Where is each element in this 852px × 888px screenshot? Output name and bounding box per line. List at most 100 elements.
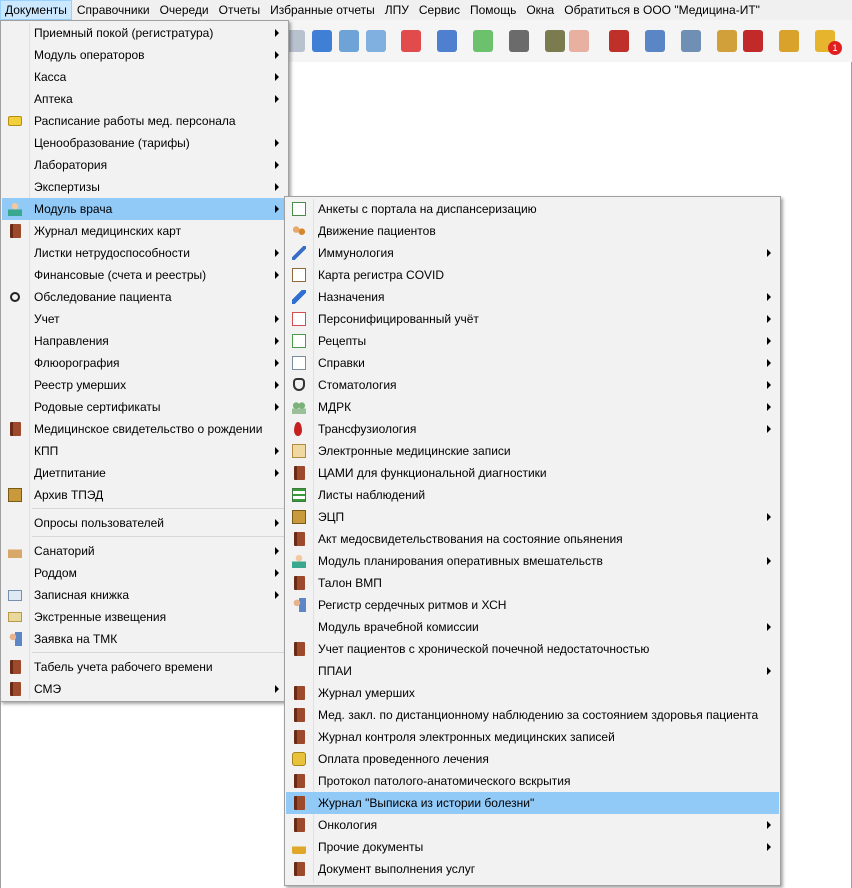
doctor-submenu-item-14[interactable]: ЭЦП [286, 506, 779, 528]
documents-menu-item-6[interactable]: Лаборатория [2, 154, 287, 176]
documents-menu-item-label: Листки нетрудоспособности [34, 246, 190, 260]
documents-menu-item-21[interactable]: Архив ТПЭД [2, 484, 287, 506]
toolbar-registry-button[interactable] [434, 27, 460, 55]
chevron-right-icon [275, 315, 279, 323]
blood-test-icon [366, 30, 386, 52]
doctor-submenu-item-1[interactable]: Движение пациентов [286, 220, 779, 242]
doctor-submenu-item-13[interactable]: Листы наблюдений [286, 484, 779, 506]
documents-menu-item-15[interactable]: Флюорография [2, 352, 287, 374]
toolbar-calendar-button[interactable] [309, 27, 335, 55]
doctor-submenu-item-3[interactable]: Карта регистра COVID [286, 264, 779, 286]
documents-menu-item-12[interactable]: Обследование пациента [2, 286, 287, 308]
documents-menu-item-label: Табель учета рабочего времени [34, 660, 213, 674]
doctor-submenu-item-20[interactable]: Учет пациентов с хронической почечной не… [286, 638, 779, 660]
doctor-submenu-item-18[interactable]: Регистр сердечных ритмов и ХСН [286, 594, 779, 616]
doctor-submenu-item-0[interactable]: Анкеты с портала на диспансеризацию [286, 198, 779, 220]
documents-menu-item-5[interactable]: Ценообразование (тарифы) [2, 132, 287, 154]
doctor-submenu-item-5[interactable]: Персонифицированный учёт [286, 308, 779, 330]
doctor-submenu-item-label: Рецепты [318, 334, 367, 348]
book-icon [294, 708, 305, 722]
doctor-submenu-item-23[interactable]: Мед. закл. по дистанционному наблюдению … [286, 704, 779, 726]
doctor-submenu-item-4[interactable]: Назначения [286, 286, 779, 308]
menubar-item-0[interactable]: Документы [0, 0, 72, 20]
menubar-item-9[interactable]: Обратиться в ООО "Медицина-ИТ" [559, 0, 765, 20]
toolbar-schedule-button[interactable] [642, 27, 668, 55]
documents-menu-item-18[interactable]: Медицинское свидетельство о рождении [2, 418, 287, 440]
doctor-submenu-item-27[interactable]: Журнал "Выписка из истории болезни" [286, 792, 779, 814]
documents-menu-item-23[interactable]: Опросы пользователей [2, 512, 287, 534]
doctor-submenu-item-19[interactable]: Модуль врачебной комиссии [286, 616, 779, 638]
documents-menu-item-17[interactable]: Родовые сертификаты [2, 396, 287, 418]
documents-menu-item-2[interactable]: Касса [2, 66, 287, 88]
toolbar-lock-button[interactable] [776, 27, 802, 55]
toolbar-messages-button[interactable]: 1 [812, 27, 842, 55]
doctor-submenu-item-30[interactable]: Документ выполнения услуг [286, 858, 779, 880]
toolbar-barcode-button[interactable] [506, 27, 532, 55]
menubar-item-8[interactable]: Окна [521, 0, 559, 20]
menubar-item-2[interactable]: Очереди [155, 0, 214, 20]
documents-menu-item-1[interactable]: Модуль операторов [2, 44, 287, 66]
documents-menu-item-26[interactable]: Роддом [2, 562, 287, 584]
doctor-submenu-item-label: Учет пациентов с хронической почечной не… [318, 642, 650, 656]
doctor-submenu-item-9[interactable]: МДРК [286, 396, 779, 418]
tooth-icon [293, 378, 305, 391]
doctor-submenu-item-21[interactable]: ППАИ [286, 660, 779, 682]
doctor-submenu-item-10[interactable]: Трансфузиология [286, 418, 779, 440]
doctor-submenu-item-15[interactable]: Акт медосвидетельствования на состояние … [286, 528, 779, 550]
doctor-submenu-item-22[interactable]: Журнал умерших [286, 682, 779, 704]
menubar-item-6[interactable]: Сервис [414, 0, 465, 20]
documents-menu-item-14[interactable]: Направления [2, 330, 287, 352]
documents-menu-item-28[interactable]: Экстренные извещения [2, 606, 287, 628]
toolbar-journal-button[interactable] [678, 27, 704, 55]
toolbar-pdf-button[interactable] [740, 27, 766, 55]
menubar-item-3[interactable]: Отчеты [214, 0, 265, 20]
doctor-submenu-item-26[interactable]: Протокол патолого-анатомического вскрыти… [286, 770, 779, 792]
doctor-submenu-item-25[interactable]: Оплата проведенного лечения [286, 748, 779, 770]
toolbar-nurse-button[interactable] [566, 27, 592, 55]
doctor-submenu-item-7[interactable]: Справки [286, 352, 779, 374]
menubar-item-1[interactable]: Справочники [72, 0, 155, 20]
documents-menu-item-label: Флюорография [34, 356, 120, 370]
toolbar-pharmacy-button[interactable] [336, 27, 362, 55]
menubar-item-5[interactable]: ЛПУ [380, 0, 414, 20]
documents-menu-item-25[interactable]: Санаторий [2, 540, 287, 562]
documents-menu-item-32[interactable]: СМЭ [2, 678, 287, 700]
documents-menu-item-29[interactable]: Заявка на ТМК [2, 628, 287, 650]
chevron-right-icon [275, 73, 279, 81]
chevron-right-icon [767, 513, 771, 521]
documents-menu-item-8[interactable]: Модуль врача [2, 198, 287, 220]
documents-menu-item-13[interactable]: Учет [2, 308, 287, 330]
doctor-submenu-item-12[interactable]: ЦАМИ для функциональной диагностики [286, 462, 779, 484]
archive-icon [8, 488, 22, 502]
doctor-submenu-item-2[interactable]: Иммунология [286, 242, 779, 264]
documents-menu-item-4[interactable]: Расписание работы мед. персонала [2, 110, 287, 132]
documents-menu-item-10[interactable]: Листки нетрудоспособности [2, 242, 287, 264]
toolbar-pills-button[interactable] [470, 27, 496, 55]
doctor-submenu-item-24[interactable]: Журнал контроля электронных медицинских … [286, 726, 779, 748]
documents-menu-item-7[interactable]: Экспертизы [2, 176, 287, 198]
documents-menu-item-16[interactable]: Реестр умерших [2, 374, 287, 396]
documents-menu-item-27[interactable]: Записная книжка [2, 584, 287, 606]
documents-menu-item-11[interactable]: Финансовые (счета и реестры) [2, 264, 287, 286]
documents-menu-item-20[interactable]: Диетпитание [2, 462, 287, 484]
menubar-item-4[interactable]: Избранные отчеты [265, 0, 380, 20]
toolbar-blood-test-button[interactable] [363, 27, 389, 55]
doctor-submenu-item-16[interactable]: Модуль планирования оперативных вмешател… [286, 550, 779, 572]
toolbar-book-button[interactable] [606, 27, 632, 55]
documents-menu-item-0[interactable]: Приемный покой (регистратура) [2, 22, 287, 44]
documents-menu-item-9[interactable]: Журнал медицинских карт [2, 220, 287, 242]
doctor-submenu-item-28[interactable]: Онкология [286, 814, 779, 836]
doctor-submenu-item-8[interactable]: Стоматология [286, 374, 779, 396]
toolbar-first-aid-button[interactable] [398, 27, 424, 55]
documents-menu-item-19[interactable]: КПП [2, 440, 287, 462]
doctor-submenu-item-11[interactable]: Электронные медицинские записи [286, 440, 779, 462]
toolbar-document-button[interactable] [714, 27, 740, 55]
menubar-item-7[interactable]: Помощь [465, 0, 521, 20]
toolbar-scanner-button[interactable] [542, 27, 568, 55]
chevron-right-icon [275, 447, 279, 455]
documents-menu-item-3[interactable]: Аптека [2, 88, 287, 110]
doctor-submenu-item-17[interactable]: Талон ВМП [286, 572, 779, 594]
doctor-submenu-item-29[interactable]: Прочие документы [286, 836, 779, 858]
documents-menu-item-31[interactable]: Табель учета рабочего времени [2, 656, 287, 678]
doctor-submenu-item-6[interactable]: Рецепты [286, 330, 779, 352]
